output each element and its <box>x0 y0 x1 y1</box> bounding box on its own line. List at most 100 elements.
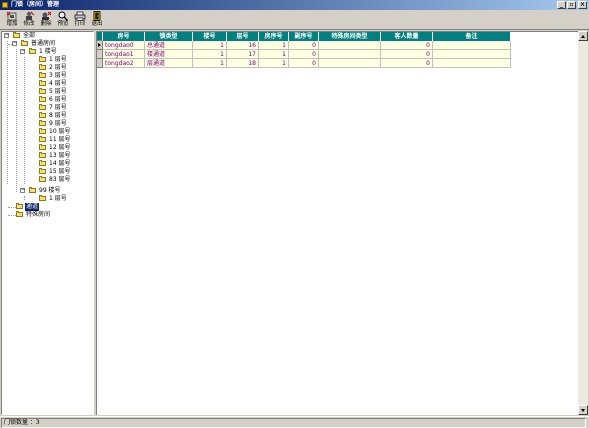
table-cell[interactable]: 0 <box>381 59 433 68</box>
edit-button[interactable]: 修改 <box>21 11 37 29</box>
tree-connector <box>24 57 25 184</box>
tree-connector <box>16 49 17 192</box>
table-cell[interactable]: tongdao0 <box>103 41 145 50</box>
col-header-room-no[interactable]: 房号 <box>103 32 145 41</box>
table-cell[interactable]: tongdao2 <box>103 59 145 68</box>
folder-icon <box>39 160 46 166</box>
folder-open-icon <box>29 48 36 54</box>
tree-node-label: 7 层号 <box>49 104 67 111</box>
folder-open-icon <box>13 32 20 38</box>
window-controls: _ ▫ × <box>557 1 587 9</box>
print-icon <box>74 11 86 21</box>
tree-node-label: 1 层号 <box>49 195 67 202</box>
arrow-up-icon <box>581 35 585 38</box>
table-cell[interactable]: 17 <box>227 50 259 59</box>
tree-node-label: 83 层号 <box>49 176 71 183</box>
scroll-down-button[interactable] <box>578 405 588 415</box>
tree-node-label: 14 层号 <box>49 160 71 167</box>
preview-button[interactable]: 预览 <box>55 11 71 29</box>
folder-icon <box>39 128 46 134</box>
table-cell[interactable]: 18 <box>227 59 259 68</box>
table-cell[interactable]: 0 <box>381 50 433 59</box>
collapse-toggle[interactable]: − <box>12 41 17 46</box>
exit-icon <box>93 11 101 21</box>
status-bar: 门锁数量 ：3 <box>0 416 589 428</box>
folder-icon <box>39 96 46 102</box>
table-cell[interactable]: 0 <box>289 50 319 59</box>
scroll-up-button[interactable] <box>578 31 588 41</box>
tree-node-label: 13 层号 <box>49 152 71 159</box>
folder-icon <box>39 152 46 158</box>
tree-node-label: 12 层号 <box>49 144 71 151</box>
table-cell[interactable] <box>319 41 381 50</box>
table-cell[interactable]: 1 <box>193 59 227 68</box>
col-header-sub-seq[interactable]: 副序号 <box>289 32 319 41</box>
title-bar: 门锁（房间）管理 _ ▫ × <box>0 0 589 10</box>
lock-grid[interactable]: 房号 锁类型 楼号 层号 房序号 副序号 特殊房间类型 客人数量 备注 tong… <box>96 31 578 415</box>
table-cell[interactable] <box>319 59 381 68</box>
tree-node-label: 9 层号 <box>49 120 67 127</box>
table-cell[interactable]: 1 <box>193 41 227 50</box>
table-cell[interactable]: 0 <box>289 41 319 50</box>
table-cell[interactable]: 层通道 <box>145 59 193 68</box>
tree-node-label: 1 楼号 <box>39 48 57 55</box>
table-cell[interactable]: tongdao1 <box>103 50 145 59</box>
col-header-room-seq[interactable]: 房序号 <box>259 32 289 41</box>
folder-icon <box>39 112 46 118</box>
exit-button[interactable]: 退出 <box>89 11 105 29</box>
close-button[interactable]: × <box>578 1 587 9</box>
table-cell[interactable] <box>433 59 511 68</box>
col-header-floor[interactable]: 层号 <box>227 32 259 41</box>
table-cell[interactable] <box>433 50 511 59</box>
tree-connector <box>7 41 8 184</box>
folder-icon <box>39 88 46 94</box>
minimize-button[interactable]: _ <box>557 1 566 9</box>
tree-node-label: 特殊房间 <box>26 211 51 218</box>
toolbar: 增加 修改 删除 预览 打印 退出 <box>0 10 589 30</box>
col-header-special-type[interactable]: 特殊房间类型 <box>319 32 381 41</box>
table-cell[interactable]: 1 <box>193 50 227 59</box>
edit-icon <box>26 11 35 20</box>
folder-open-icon <box>16 203 23 209</box>
add-button[interactable]: 增加 <box>4 11 20 29</box>
tree-connector <box>8 215 16 216</box>
table-cell[interactable] <box>319 50 381 59</box>
tree-node-label: 11 层号 <box>49 136 71 143</box>
table-cell[interactable] <box>433 41 511 50</box>
col-header-building[interactable]: 楼号 <box>193 32 227 41</box>
delete-icon <box>42 11 52 20</box>
table-cell[interactable]: 1 <box>259 41 289 50</box>
folder-icon <box>39 72 46 78</box>
tree-node-label: 3 层号 <box>49 72 67 79</box>
folder-icon <box>39 136 46 142</box>
add-label: 增加 <box>6 21 18 27</box>
table-cell[interactable]: 1 <box>259 59 289 68</box>
restore-button[interactable]: ▫ <box>567 1 576 9</box>
vertical-scrollbar[interactable] <box>578 31 588 415</box>
folder-icon <box>39 56 46 62</box>
tree-node-label: 普通房间 <box>31 40 56 47</box>
collapse-toggle[interactable]: − <box>20 49 25 54</box>
table-cell[interactable]: 0 <box>381 41 433 50</box>
print-button[interactable]: 打印 <box>72 11 88 29</box>
edit-label: 修改 <box>23 21 35 27</box>
table-cell[interactable]: 楼通道 <box>145 50 193 59</box>
tree-node-label: 99 楼号 <box>39 187 61 194</box>
exit-label: 退出 <box>91 21 103 27</box>
col-header-lock-type[interactable]: 锁类型 <box>145 32 193 41</box>
app-icon <box>2 2 8 8</box>
col-header-guest-count[interactable]: 客人数量 <box>381 32 433 41</box>
print-label: 打印 <box>74 21 86 27</box>
table-cell[interactable]: 总通道 <box>145 41 193 50</box>
arrow-down-icon <box>581 409 585 412</box>
table-cell[interactable]: 16 <box>227 41 259 50</box>
tree-connector <box>24 196 25 200</box>
collapse-toggle[interactable]: − <box>20 188 25 193</box>
tree-node-label: 全部 <box>23 32 36 39</box>
table-cell[interactable]: 0 <box>289 59 319 68</box>
col-header-remark[interactable]: 备注 <box>433 32 511 41</box>
delete-button[interactable]: 删除 <box>38 11 54 29</box>
table-cell[interactable]: 1 <box>259 50 289 59</box>
collapse-toggle[interactable]: − <box>4 33 9 38</box>
room-tree[interactable]: − 全部 − 普通房间 − 1 楼号 1 层号 2 层号 3 层号 4 层号 5… <box>1 31 94 415</box>
